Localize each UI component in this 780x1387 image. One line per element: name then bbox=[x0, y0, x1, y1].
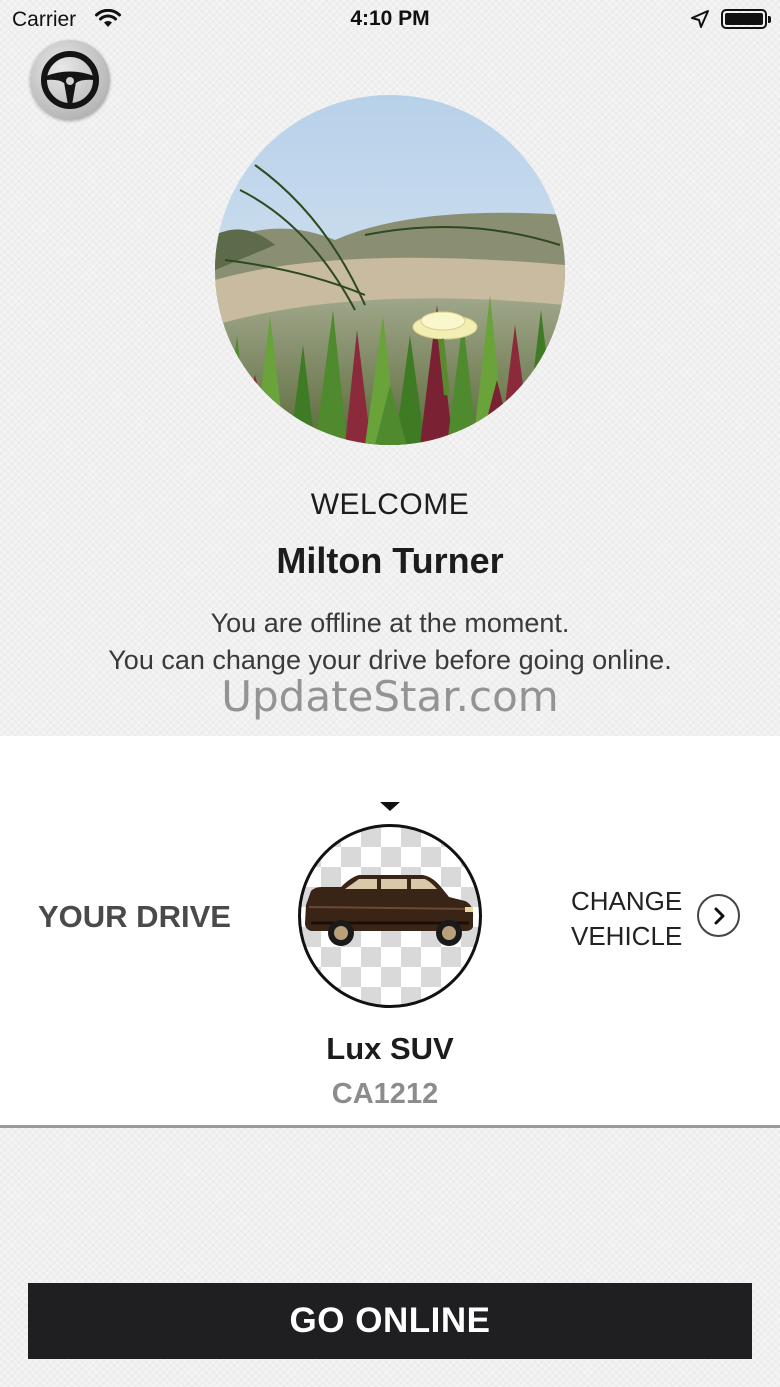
profile-photo bbox=[215, 95, 565, 445]
offline-message-line1: You are offline at the moment. bbox=[210, 608, 570, 638]
vehicle-image[interactable] bbox=[298, 824, 482, 1008]
go-online-button[interactable]: GO ONLINE bbox=[28, 1283, 752, 1359]
suv-icon bbox=[305, 875, 474, 946]
chevron-right-icon bbox=[714, 907, 724, 924]
change-vehicle-label[interactable]: CHANGE VEHICLE bbox=[571, 884, 682, 954]
vehicle-name: Lux SUV bbox=[326, 1031, 454, 1066]
change-label-line1: CHANGE bbox=[571, 886, 683, 916]
location-arrow-icon bbox=[691, 10, 709, 28]
clock: 4:10 PM bbox=[350, 7, 430, 30]
drive-panel: YOUR DRIVE CHANGE VEHICLE Lux SUV CA1212 bbox=[0, 736, 780, 1128]
your-drive-label: YOUR DRIVE bbox=[38, 899, 231, 934]
change-label-line2: VEHICLE bbox=[571, 921, 683, 951]
watermark: UpdateStar.com bbox=[221, 672, 559, 721]
driver-name: Milton Turner bbox=[276, 540, 504, 581]
vehicle-plate: CA1212 bbox=[331, 1078, 439, 1110]
steering-wheel-icon bbox=[41, 51, 99, 109]
welcome-heading: WELCOME bbox=[310, 488, 470, 521]
battery-icon bbox=[721, 9, 771, 29]
change-vehicle-button[interactable] bbox=[697, 894, 740, 937]
steering-wheel-button[interactable] bbox=[30, 40, 110, 120]
selection-pointer-icon bbox=[380, 802, 400, 811]
status-bar: Carrier 4:10 PM bbox=[0, 0, 780, 40]
